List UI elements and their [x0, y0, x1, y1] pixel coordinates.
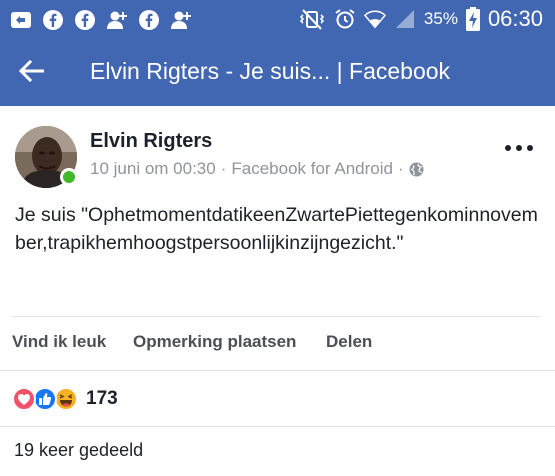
more-dot-icon: [516, 145, 522, 151]
facebook-icon: [138, 9, 160, 31]
post-date[interactable]: 10 juni om 00:30: [90, 159, 216, 179]
post-meta: 10 juni om 00:30 · Facebook for Android …: [90, 159, 424, 179]
online-status-dot: [60, 168, 78, 186]
share-button[interactable]: Delen: [326, 332, 372, 352]
alarm-icon: [334, 8, 356, 30]
status-bar: 35% 06:30: [0, 0, 555, 40]
signal-icon: [394, 8, 416, 30]
app-bar: Elvin Rigters - Je suis... | Facebook: [0, 40, 555, 106]
add-friend-icon: [170, 9, 192, 31]
add-friend-icon: [106, 9, 128, 31]
wifi-icon: [363, 8, 386, 30]
globe-icon: [409, 161, 424, 177]
meta-separator: ·: [397, 159, 404, 178]
vibrate-mute-icon: [298, 8, 326, 30]
more-options-button[interactable]: [505, 138, 533, 158]
post-author[interactable]: Elvin Rigters: [90, 130, 212, 153]
status-bar-time: 06:30: [487, 6, 543, 31]
battery-charging-icon: [465, 7, 480, 31]
back-arrow-icon: [18, 59, 45, 87]
haha-icon: [54, 387, 78, 411]
page-title: Elvin Rigters - Je suis... | Facebook: [90, 58, 451, 84]
meta-separator: ·: [220, 159, 227, 178]
reactions-summary[interactable]: 173: [12, 384, 118, 414]
post-text: Je suis "OphetmomentdatikeenZwartePiette…: [15, 204, 538, 254]
facebook-icon: [42, 9, 64, 31]
divider: [0, 370, 555, 371]
comment-button[interactable]: Opmerking plaatsen: [133, 332, 296, 352]
divider: [0, 426, 555, 427]
more-dot-icon: [505, 145, 511, 151]
battery-percentage: 35%: [423, 9, 458, 28]
share-count[interactable]: 19 keer gedeeld: [14, 440, 143, 461]
facebook-icon: [74, 9, 96, 31]
status-bar-system: 35% 06:30: [298, 6, 543, 32]
love-icon: [12, 387, 36, 411]
status-bar-notifications: [10, 9, 192, 31]
back-button[interactable]: [16, 59, 46, 87]
post-source: Facebook for Android: [231, 159, 393, 178]
like-icon: [33, 387, 57, 411]
notification-icon: [10, 9, 32, 31]
reactions-count: 173: [86, 388, 118, 409]
post-actions: Vind ik leuk Opmerking plaatsen Delen: [0, 316, 555, 368]
more-dot-icon: [527, 145, 533, 151]
like-button[interactable]: Vind ik leuk: [12, 332, 106, 352]
